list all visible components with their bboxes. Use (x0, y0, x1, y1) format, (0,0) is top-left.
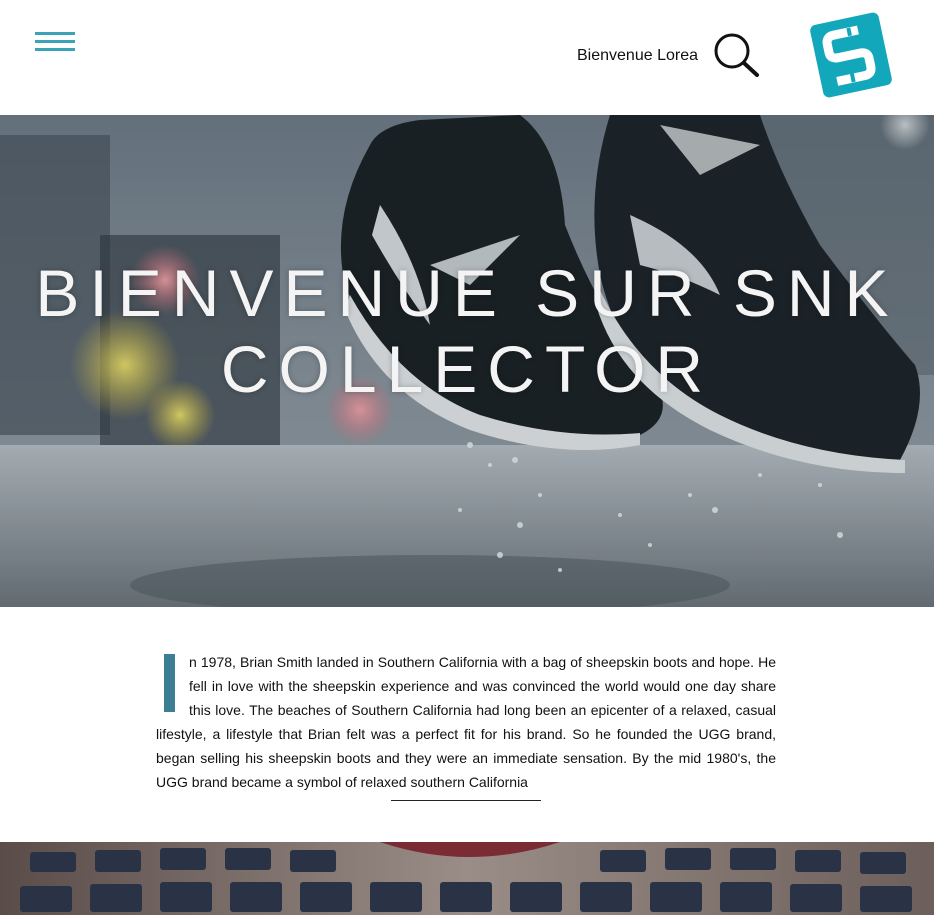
menu-bar (35, 48, 75, 51)
dropcap: I (164, 654, 175, 712)
welcome-text: Bienvenue Lorea (577, 47, 698, 64)
menu-bar (35, 40, 75, 43)
hamburger-menu-icon[interactable] (35, 32, 75, 52)
keyboard-image (0, 842, 934, 915)
section-divider (391, 800, 541, 801)
bottom-image-strip (0, 842, 934, 915)
hero-banner: BIENVENUE SUR SNK COLLECTOR (0, 115, 934, 607)
hero-title: BIENVENUE SUR SNK COLLECTOR (35, 256, 899, 406)
site-header: Bienvenue Lorea (0, 0, 934, 115)
article-body: n 1978, Brian Smith landed in Southern C… (156, 654, 776, 790)
brand-logo-icon[interactable] (808, 10, 894, 100)
menu-bar (35, 32, 75, 35)
search-icon[interactable] (712, 31, 760, 79)
article-paragraph: In 1978, Brian Smith landed in Southern … (156, 650, 776, 794)
intro-article: In 1978, Brian Smith landed in Southern … (156, 650, 776, 794)
